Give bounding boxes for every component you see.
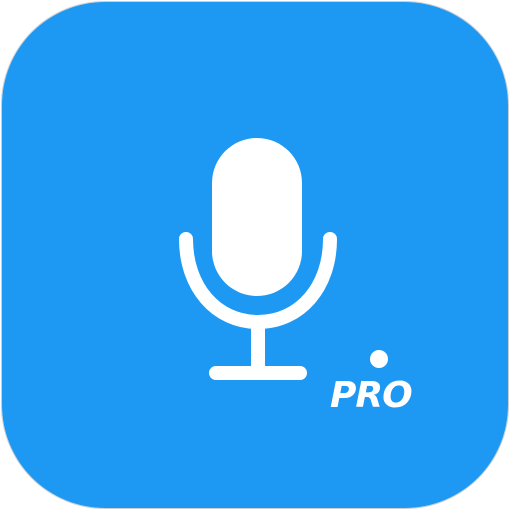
icon-tile: PRO: [1, 1, 509, 509]
pro-badge-dot: [370, 350, 388, 368]
icon-artwork: PRO: [2, 2, 508, 508]
pro-badge-label: PRO: [330, 375, 412, 416]
microphone-capsule: [212, 138, 302, 296]
app-icon[interactable]: PRO: [0, 0, 512, 512]
